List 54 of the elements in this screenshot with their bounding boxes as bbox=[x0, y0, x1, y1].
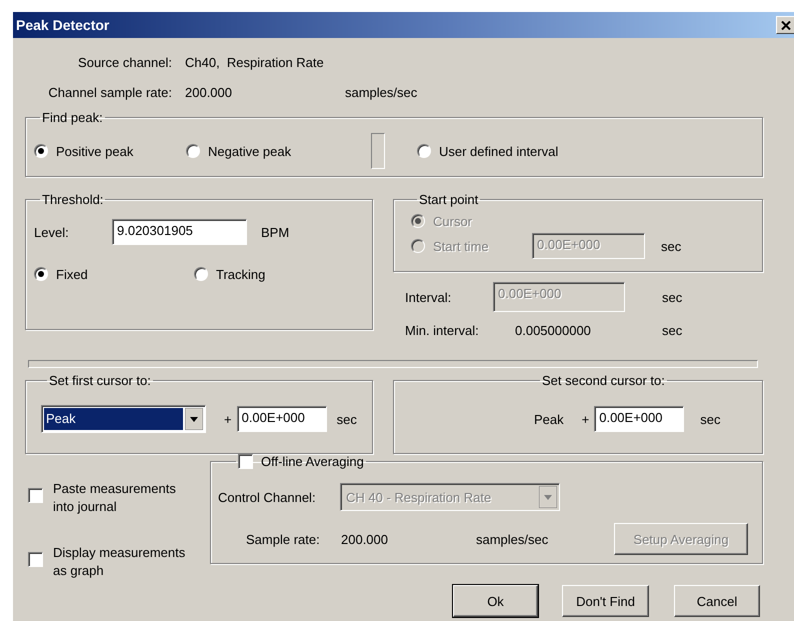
group-label: Find peak: bbox=[41, 110, 104, 125]
group-label: Set second cursor to: bbox=[541, 373, 666, 388]
input-field[interactable]: 0.00E+000 bbox=[236, 406, 327, 432]
group-label: Set first cursor to: bbox=[48, 373, 152, 388]
dialog-button[interactable]: Don't Find bbox=[562, 585, 649, 617]
radio-label: Positive peak bbox=[56, 144, 134, 158]
field-label: Level: bbox=[34, 224, 70, 240]
checkbox-option[interactable]: Paste measurements into journal bbox=[28, 480, 210, 516]
dropdown[interactable]: Peak bbox=[41, 405, 206, 433]
field-value: Peak bbox=[534, 412, 564, 426]
unit-label: sec bbox=[336, 412, 357, 426]
radio-button[interactable] bbox=[34, 144, 48, 158]
input-field[interactable]: 9.020301905 bbox=[112, 219, 247, 245]
field-value: 0.005000000 bbox=[515, 322, 592, 338]
unit-label: sec bbox=[700, 412, 720, 426]
field-value: Ch40, Respiration Rate bbox=[185, 54, 324, 70]
plus-sign: + bbox=[224, 412, 232, 426]
dropdown-arrow-icon bbox=[539, 486, 557, 508]
radio-label: User defined interval bbox=[439, 144, 558, 158]
plus-sign: + bbox=[582, 412, 590, 426]
radio-button[interactable] bbox=[194, 267, 208, 281]
field-label: Interval: bbox=[405, 290, 452, 304]
radio-label: Tracking bbox=[216, 266, 266, 282]
unit-label: sec bbox=[662, 322, 682, 338]
radio-label: Start time bbox=[433, 238, 489, 254]
dialog-button[interactable]: Cancel bbox=[674, 585, 760, 617]
field-value: 200.000 bbox=[185, 84, 233, 100]
input-field[interactable]: 0.00E+000 bbox=[594, 406, 684, 432]
group-label: Threshold: bbox=[41, 192, 104, 207]
radio-button[interactable] bbox=[186, 144, 200, 158]
radio-button[interactable] bbox=[34, 267, 48, 281]
field-label: Min. interval: bbox=[405, 322, 480, 338]
field-label: Source channel: bbox=[77, 54, 172, 70]
dropdown-arrow-icon bbox=[185, 408, 203, 430]
field-value: 200.000 bbox=[341, 532, 389, 546]
dialog-button[interactable]: Ok bbox=[453, 585, 538, 617]
close-button[interactable] bbox=[776, 16, 794, 34]
unit-label: sec bbox=[661, 238, 682, 254]
sunken-panel bbox=[371, 133, 385, 169]
radio-label: Negative peak bbox=[208, 144, 292, 158]
field-label: Control Channel: bbox=[218, 490, 317, 504]
unit-label: samples/sec bbox=[345, 84, 418, 100]
close-icon bbox=[781, 20, 791, 30]
radio-label: Fixed bbox=[56, 266, 88, 282]
field-label: Channel sample rate: bbox=[47, 84, 172, 100]
window-title: Peak Detector bbox=[16, 17, 110, 33]
group-label: Start point bbox=[418, 192, 480, 207]
field-label: Sample rate: bbox=[246, 532, 321, 546]
radio-label: Cursor bbox=[433, 214, 472, 228]
unit-label: sec bbox=[662, 290, 682, 304]
unit-label: samples/sec bbox=[476, 532, 550, 546]
radio-button[interactable] bbox=[417, 144, 431, 158]
unit-label: BPM bbox=[261, 224, 290, 240]
checkbox-option[interactable]: Display measurements as graph bbox=[28, 544, 210, 580]
